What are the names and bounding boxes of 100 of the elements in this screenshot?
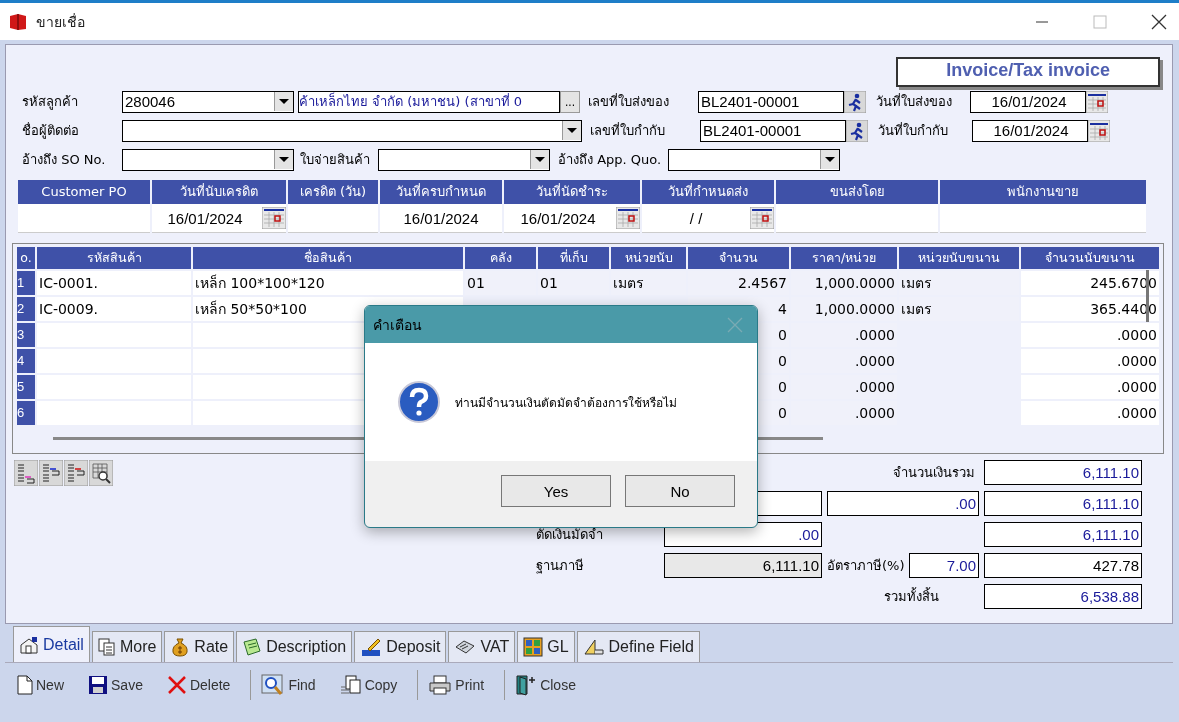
row-number: 1	[17, 271, 35, 295]
field-label: ชื่อผู้ติดต่อ	[21, 121, 80, 141]
table-cell[interactable]: 16/01/2024	[152, 204, 286, 233]
toolbar-button[interactable]: Copy	[335, 675, 412, 695]
dropdown-icon[interactable]	[820, 150, 839, 169]
deposit-label: ตัดเงินมัดจำ	[536, 526, 604, 544]
field-label: เลขที่ใบกำกับ	[589, 121, 666, 140]
column-header: หน่วยนับ	[611, 247, 686, 269]
field-label: วันที่ใบส่งของ	[875, 92, 953, 111]
tax-rate-field[interactable]: 7.00	[908, 553, 979, 578]
table-cell[interactable]: 16/01/2024	[380, 204, 502, 233]
table-cell[interactable]	[18, 204, 150, 233]
card-icon	[454, 639, 477, 655]
combo-box[interactable]	[122, 119, 582, 142]
column-header: หน่วยนับขนาน	[899, 247, 1019, 269]
tab[interactable]: GL	[517, 631, 575, 662]
calendar-icon[interactable]	[1088, 119, 1110, 142]
combo-box[interactable]	[122, 148, 294, 171]
discount-amount-field[interactable]: .00	[827, 491, 979, 516]
field-label: ใบจ่ายสินค้า	[299, 151, 371, 169]
table-cell: .0000	[1021, 375, 1159, 399]
tab[interactable]: Description	[236, 631, 353, 662]
date-field[interactable]: 16/01/2024	[972, 119, 1088, 142]
gross-amount-field: 6,111.10	[984, 460, 1142, 485]
column-header: วันที่นัดชำระ	[504, 180, 640, 204]
table-cell: .0000	[1021, 323, 1159, 347]
column-header: คลัง	[465, 247, 536, 269]
calendar-icon[interactable]	[750, 207, 774, 229]
close-icon[interactable]	[1151, 13, 1167, 30]
ruler-icon	[582, 638, 605, 656]
field-label: อ้างถึง App. Quo.	[557, 151, 663, 169]
field-label: เลขที่ใบส่งของ	[587, 92, 670, 111]
tax-base-label: ฐานภาษี	[536, 557, 585, 576]
browse-button[interactable]: ...	[560, 90, 580, 113]
window-title: ขายเชื่อ	[36, 12, 85, 32]
grid-icon	[523, 637, 544, 657]
tab[interactable]: VAT	[448, 631, 516, 662]
toolbar-button[interactable]: Close	[511, 674, 590, 696]
combo-box[interactable]	[378, 148, 550, 171]
row-number: 6	[17, 401, 35, 425]
row-insert-icon[interactable]	[14, 460, 38, 486]
money-bag-icon	[170, 637, 191, 657]
calendar-icon[interactable]	[616, 207, 640, 229]
gross-amount-label: จำนวนเงินรวม	[892, 464, 976, 482]
table-cell: 365.4400	[1021, 297, 1159, 321]
question-icon	[397, 380, 441, 424]
tab[interactable]: Rate	[164, 631, 235, 662]
column-header: ชื่อสินค้า	[193, 247, 463, 269]
book-icon	[8, 12, 28, 31]
column-header: Customer PO	[18, 180, 150, 204]
dialog-message: ท่านมีจำนวนเงินตัดมัดจำต้องการใช้หรือไม่	[455, 394, 677, 412]
document-number-field[interactable]: BL2401-00001	[698, 90, 844, 113]
row-number: 5	[17, 375, 35, 399]
date-field[interactable]: 16/01/2024	[970, 90, 1086, 113]
table-cell[interactable]	[288, 204, 378, 233]
table-cell: IC-0001.	[37, 271, 191, 295]
toolbar-button[interactable]: Find	[257, 674, 330, 696]
dialog-button[interactable]: Yes	[501, 475, 611, 507]
row-number: 4	[17, 349, 35, 373]
column-header: รหัสสินค้า	[37, 247, 191, 269]
net-amount-field: 6,111.10	[984, 491, 1142, 516]
runner-icon[interactable]	[844, 90, 866, 113]
dropdown-icon[interactable]	[530, 150, 549, 169]
tab[interactable]: Deposit	[354, 631, 447, 662]
toolbar-button[interactable]: Print	[424, 675, 499, 695]
column-header: ราคา/หน่วย	[791, 247, 897, 269]
tab[interactable]: Define Field	[576, 631, 700, 662]
save-icon	[88, 675, 108, 695]
calendar-icon[interactable]	[1086, 90, 1108, 113]
tax-amount-field: 427.78	[984, 553, 1142, 578]
dialog-button[interactable]: No	[625, 475, 735, 507]
table-cell: 245.6700	[1021, 271, 1159, 295]
field-label: รหัสลูกค้า	[21, 93, 79, 112]
tab[interactable]: Detail	[13, 626, 90, 662]
field-label: วันที่ใบกำกับ	[877, 121, 949, 140]
tax-base-field: 6,111.10	[664, 553, 822, 578]
table-cell[interactable]: / /	[642, 204, 774, 233]
calendar-icon[interactable]	[262, 207, 286, 229]
dropdown-icon[interactable]	[562, 121, 581, 140]
pen-icon	[360, 637, 383, 657]
row-insert-icon[interactable]	[39, 460, 63, 486]
grand-total-field: 6,538.88	[984, 584, 1142, 609]
dropdown-icon[interactable]	[274, 150, 293, 169]
dropdown-icon[interactable]	[274, 92, 293, 111]
tab[interactable]: More	[91, 631, 163, 662]
search-icon	[261, 674, 286, 696]
grid-search-icon[interactable]	[89, 460, 113, 486]
toolbar-button[interactable]: New	[13, 675, 78, 695]
combo-box[interactable]: 280046	[122, 90, 294, 113]
table-cell: .0000	[1021, 349, 1159, 373]
toolbar-button[interactable]: Save	[84, 675, 157, 695]
table-cell[interactable]	[776, 204, 938, 233]
customer-name-field[interactable]: ค้าเหล็กไทย จำกัด (มหาชน) (สาขาที่ 0	[298, 90, 560, 113]
combo-box[interactable]	[668, 148, 840, 171]
document-number-field[interactable]: BL2401-00001	[700, 119, 846, 142]
toolbar-button[interactable]: Delete	[162, 675, 245, 695]
table-cell[interactable]: 16/01/2024	[504, 204, 640, 233]
table-cell[interactable]	[940, 204, 1146, 233]
row-number: 3	[17, 323, 35, 347]
runner-icon[interactable]	[846, 119, 868, 142]
